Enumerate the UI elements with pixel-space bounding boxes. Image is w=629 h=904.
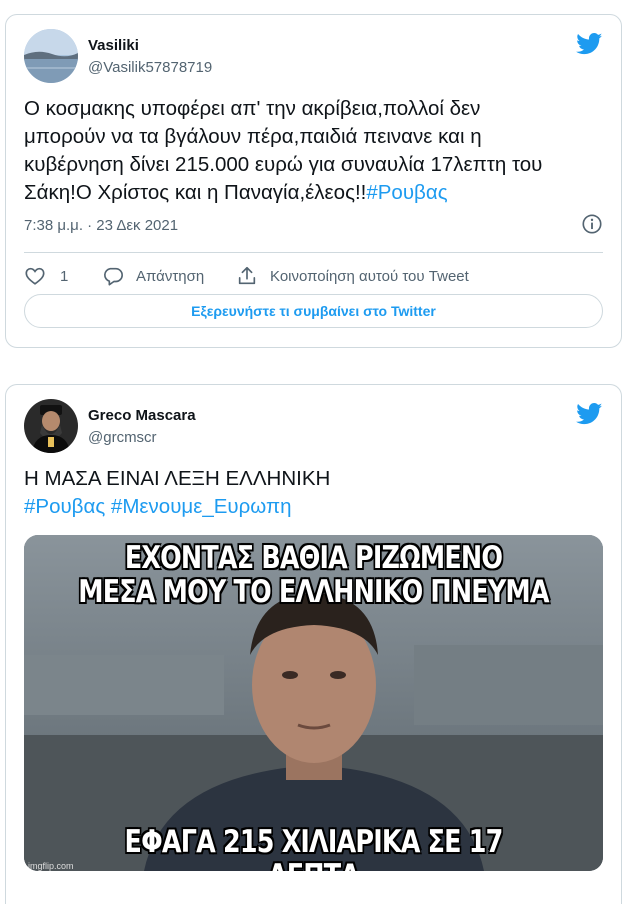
share-icon bbox=[238, 266, 256, 285]
avatar-priest-image bbox=[24, 399, 78, 453]
reply-label: Απάντηση bbox=[136, 267, 205, 285]
heart-icon bbox=[25, 267, 45, 285]
reply-button[interactable]: Απάντηση bbox=[102, 261, 204, 291]
tweet-timestamp[interactable]: 7:38 μ.μ. · 23 Δεκ 2021 bbox=[24, 217, 178, 234]
tweet-card-2: Greco Mascara @grcmscr Η ΜΑΣΑ ΕΙΝΑΙ ΛΕΞΗ… bbox=[5, 384, 622, 904]
tweet-text-line: Ο κοσμακης υποφέρει απ' την ακρίβεια,πολ… bbox=[24, 97, 481, 120]
tweet-text-fragment: Σάκη!Ο Χρίστος και η Παναγία,έλεος!! bbox=[24, 181, 367, 204]
info-icon[interactable] bbox=[581, 213, 603, 235]
meme-top-caption-line: ΜΕΣΑ ΜΟΥ ΤΟ ΕΛΛΗΝΙΚΟ ΠΝΕΥΜΑ bbox=[78, 574, 549, 610]
user-name[interactable]: Vasiliki bbox=[88, 37, 139, 54]
divider bbox=[24, 252, 603, 253]
tweet-text-line: κυβέρνηση δίνει 215.000 ευρώ για συναυλί… bbox=[24, 153, 543, 176]
tweet-hashtags: #Ρουβας #Μενουμε_Ευρωπη bbox=[24, 493, 603, 521]
explore-twitter-button[interactable]: Εξερευνήστε τι συμβαίνει στο Twitter bbox=[24, 294, 603, 328]
hashtag-link[interactable]: #Ρουβας bbox=[366, 181, 447, 204]
share-button[interactable]: Κοινοποίηση αυτού του Tweet bbox=[236, 261, 469, 291]
tweet-text: Ο κοσμακης υποφέρει απ' την ακρίβεια,πολ… bbox=[24, 95, 603, 207]
tweet-media-image[interactable]: ΕΧΟΝΤΑΣ ΒΑΘΙΑ ΡΙΖΩΜΕΝΟ ΜΕΣΑ ΜΟΥ ΤΟ ΕΛΛΗΝ… bbox=[24, 535, 603, 871]
image-watermark: imgflip.com bbox=[28, 861, 74, 871]
twitter-bird-icon[interactable] bbox=[576, 33, 603, 55]
user-handle[interactable]: @grcmscr bbox=[88, 429, 157, 446]
tweet-header: Greco Mascara @grcmscr bbox=[24, 399, 603, 455]
hashtag-link[interactable]: #Μενουμε_Ευρωπη bbox=[111, 495, 292, 518]
like-count: 1 bbox=[60, 267, 69, 285]
avatar[interactable] bbox=[24, 29, 78, 83]
tweet-text-line: Σάκη!Ο Χρίστος και η Παναγία,έλεος!!#Ρου… bbox=[24, 179, 603, 207]
tweet-text: Η ΜΑΣΑ ΕΙΝΑΙ ΛΕΞΗ ΕΛΛΗΝΙΚΗ #Ρουβας #Μενο… bbox=[24, 465, 603, 521]
avatar-landscape-image bbox=[24, 29, 78, 83]
tweet-text-line: μπορούν να τα βγάλουν πέρα,παιδιά πειναν… bbox=[24, 125, 482, 148]
tweet-card-1: Vasiliki @Vasilik57878719 Ο κοσμακης υπο… bbox=[5, 14, 622, 348]
tweet-text-line: Η ΜΑΣΑ ΕΙΝΑΙ ΛΕΞΗ ΕΛΛΗΝΙΚΗ bbox=[24, 467, 331, 490]
hashtag-link[interactable]: #Ρουβας bbox=[24, 495, 105, 518]
tweet-header: Vasiliki @Vasilik57878719 bbox=[24, 29, 603, 85]
meme-bottom-caption: ΕΦΑΓΑ 215 ΧΙΛΙΑΡΙΚΑ ΣΕ 17 ΛΕΠΤΑ bbox=[124, 824, 504, 871]
meme-top-caption-line: ΕΧΟΝΤΑΣ ΒΑΘΙΑ ΡΙΖΩΜΕΝΟ bbox=[124, 540, 503, 576]
user-name[interactable]: Greco Mascara bbox=[88, 407, 196, 424]
share-label: Κοινοποίηση αυτού του Tweet bbox=[270, 267, 469, 285]
user-handle[interactable]: @Vasilik57878719 bbox=[88, 59, 212, 76]
tweet-actions: 1 Απάντηση Κοινοποίηση αυτού του Tweet bbox=[24, 261, 603, 291]
twitter-bird-icon[interactable] bbox=[576, 403, 603, 425]
avatar[interactable] bbox=[24, 399, 78, 453]
like-button[interactable]: 1 bbox=[24, 261, 68, 291]
reply-icon bbox=[104, 267, 123, 286]
